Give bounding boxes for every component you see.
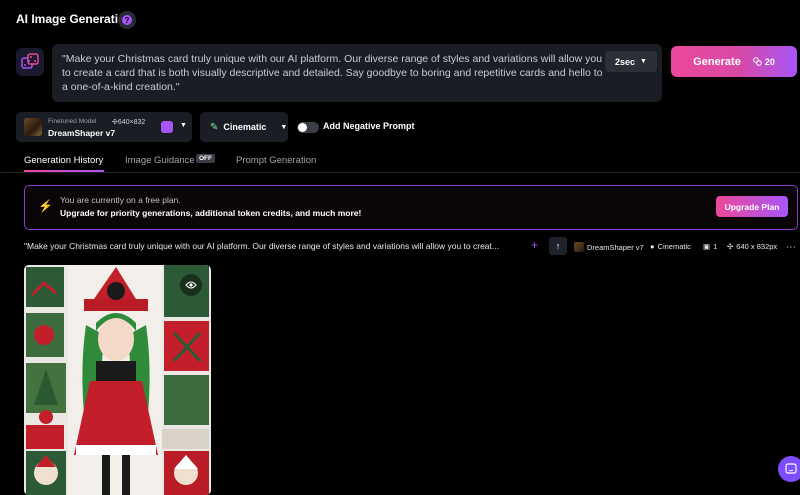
token-cost-value: 20 <box>764 56 775 67</box>
generation-time-select[interactable]: 2sec ▼ <box>605 51 657 72</box>
help-icon[interactable]: ? <box>118 11 136 29</box>
history-model: DreamShaper v7 <box>574 242 644 252</box>
model-thumbnail <box>24 118 42 136</box>
tab-image-guidance[interactable]: Image Guidance <box>125 155 195 166</box>
prompt-text[interactable]: "Make your Christmas card truly unique w… <box>62 52 607 94</box>
banner-message: You are currently on a free plan. <box>60 195 181 205</box>
tab-generation-history[interactable]: Generation History <box>24 155 103 166</box>
model-name: DreamShaper v7 <box>48 128 116 138</box>
model-size: ✣640×832 <box>112 119 146 126</box>
generate-label: Generate <box>693 55 741 68</box>
arrow-up-icon[interactable]: ↑ <box>549 237 567 255</box>
token-cost: 20 <box>753 57 775 67</box>
style-label: Cinematic <box>223 122 267 132</box>
upgrade-plan-button[interactable]: Upgrade Plan <box>716 196 788 217</box>
model-tag: Finetuned Model <box>48 118 97 125</box>
tabs-divider <box>0 172 800 173</box>
chevron-down-icon: ▼ <box>640 58 647 65</box>
page-title: AI Image Generation <box>16 12 133 26</box>
history-style: ● Cinematic <box>650 242 691 251</box>
brush-icon: ✎ <box>210 121 219 133</box>
time-select-label: 2sec <box>615 56 636 67</box>
generate-button[interactable]: Generate 20 <box>671 46 797 77</box>
history-dimensions: ✣ 640 x 832px <box>727 242 778 251</box>
negative-prompt-label: Add Negative Prompt <box>323 121 415 131</box>
tab-prompt-generation[interactable]: Prompt Generation <box>236 155 316 166</box>
eye-icon[interactable] <box>180 274 202 296</box>
model-sticker-icon <box>161 121 173 133</box>
style-select[interactable]: ✎ Cinematic ▼ <box>200 112 288 142</box>
history-count: ▣ 1 <box>703 242 718 251</box>
history-prompt[interactable]: "Make your Christmas card truly unique w… <box>24 241 499 251</box>
banner-upgrade-text: Upgrade for priority generations, additi… <box>60 208 362 218</box>
generated-image[interactable] <box>24 265 211 495</box>
more-options-icon[interactable]: ⋯ <box>786 242 796 253</box>
random-prompt-dice-icon[interactable] <box>16 48 44 76</box>
active-tab-indicator <box>24 170 104 172</box>
chevron-down-icon: ▼ <box>180 122 187 129</box>
image-guidance-status-badge: OFF <box>196 154 215 163</box>
model-select[interactable]: Finetuned Model ✣640×832 DreamShaper v7 … <box>16 112 192 142</box>
negative-prompt-toggle[interactable] <box>297 122 319 133</box>
crosshair-icon: ✣ <box>727 242 734 251</box>
images-icon: ▣ <box>703 242 711 251</box>
lightning-icon: ⚡ <box>38 199 53 213</box>
chat-icon[interactable] <box>778 456 800 482</box>
model-thumbnail <box>574 242 584 252</box>
chevron-down-icon: ▼ <box>280 123 288 131</box>
plus-icon[interactable]: + <box>531 238 538 252</box>
drop-icon: ● <box>650 242 655 251</box>
token-icon <box>753 57 762 66</box>
